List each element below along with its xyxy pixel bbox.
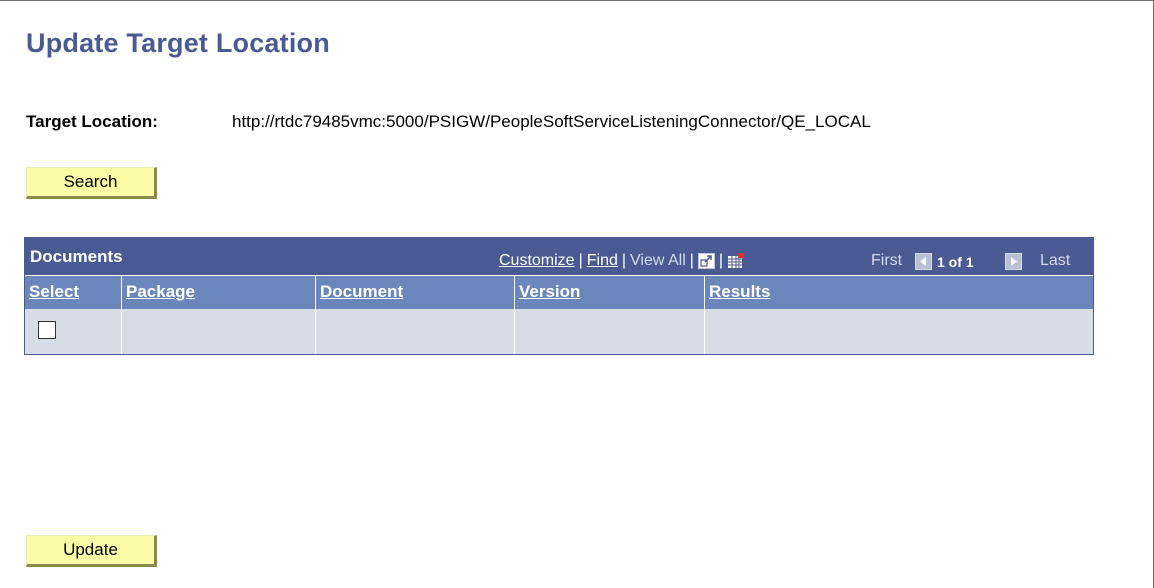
search-button[interactable]: Search	[26, 167, 157, 199]
target-location-value: http://rtdc79485vmc:5000/PSIGW/PeopleSof…	[232, 112, 871, 131]
update-button[interactable]: Update	[26, 535, 157, 567]
grid-title: Documents	[30, 247, 123, 266]
results-cell	[705, 309, 1093, 354]
column-header-select[interactable]: Select	[25, 276, 122, 309]
column-header-version[interactable]: Version	[515, 276, 705, 309]
find-link[interactable]: Find	[587, 252, 618, 270]
package-cell	[122, 309, 316, 354]
document-cell	[316, 309, 515, 354]
column-header-row: Select Package Document Version Results	[25, 275, 1093, 309]
column-header-document[interactable]: Document	[316, 276, 515, 309]
toolbar-separator: |	[718, 252, 724, 269]
customize-link[interactable]: Customize	[499, 252, 575, 270]
zoom-grid-icon[interactable]	[697, 253, 715, 269]
toolbar-separator: |	[578, 252, 583, 269]
grid-toolbar: Customize | Find | View All | |	[499, 251, 745, 271]
target-location-label: Target Location:	[26, 112, 158, 131]
select-cell	[25, 309, 122, 354]
row-count: 1 of 1	[937, 254, 974, 270]
row-select-checkbox[interactable]	[38, 321, 56, 339]
nav-first-label: First	[871, 252, 903, 269]
column-header-results[interactable]: Results	[705, 276, 1093, 309]
first-arrow-icon[interactable]	[915, 253, 932, 270]
column-header-package[interactable]: Package	[122, 276, 316, 309]
toolbar-separator: |	[621, 252, 627, 269]
grid-header: Documents Customize | Find | View All | …	[25, 238, 1093, 275]
toolbar-separator: |	[689, 252, 694, 269]
next-arrow-icon[interactable]	[1005, 253, 1022, 270]
view-all-link[interactable]: View All	[630, 252, 686, 270]
version-cell	[515, 309, 705, 354]
nav-last-label: Last	[1040, 252, 1071, 269]
page-title: Update Target Location	[26, 28, 330, 58]
download-to-excel-icon[interactable]	[727, 253, 745, 269]
documents-grid: Documents Customize | Find | View All | …	[24, 237, 1094, 355]
table-row	[25, 309, 1093, 354]
